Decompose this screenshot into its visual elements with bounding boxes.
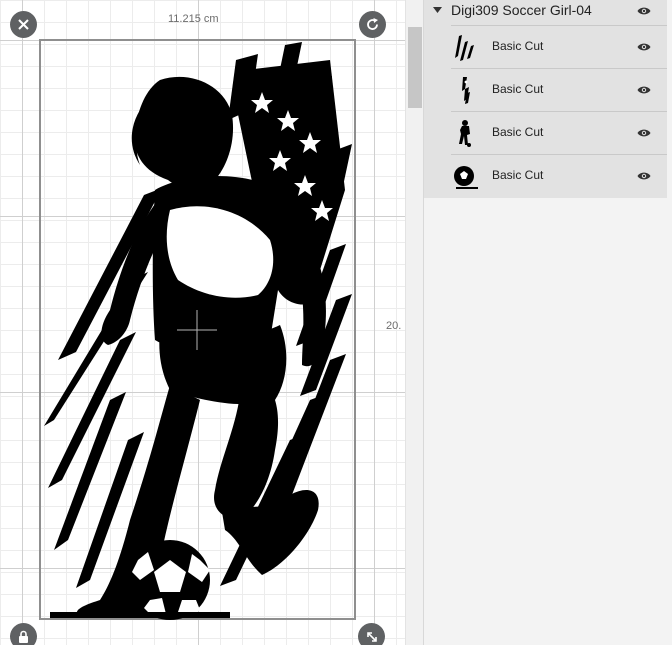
collapse-caret-icon[interactable] xyxy=(433,7,442,13)
visibility-eye-icon[interactable] xyxy=(637,42,651,52)
layer-group-header[interactable]: Digi309 Soccer Girl-04 xyxy=(424,0,667,22)
soccer-girl-artwork[interactable] xyxy=(40,40,355,620)
layer-group: Digi309 Soccer Girl-04 Basic Cut Basic C… xyxy=(424,0,667,198)
lock-handle[interactable] xyxy=(10,623,37,645)
visibility-eye-icon[interactable] xyxy=(637,171,651,181)
canvas-scrollbar[interactable] xyxy=(405,0,423,645)
rotate-icon xyxy=(367,18,378,30)
layer-label: Basic Cut xyxy=(492,39,544,53)
delete-handle[interactable] xyxy=(10,11,37,38)
layer-label: Basic Cut xyxy=(492,168,544,182)
layers-panel: Digi309 Soccer Girl-04 Basic Cut Basic C… xyxy=(423,0,672,645)
layer-label: Basic Cut xyxy=(492,125,544,139)
resize-icon xyxy=(366,631,377,642)
close-icon xyxy=(18,19,29,30)
visibility-eye-icon[interactable] xyxy=(637,128,651,138)
rotate-handle[interactable] xyxy=(359,11,386,38)
visibility-eye-icon[interactable] xyxy=(637,85,651,95)
player-thumbnail xyxy=(459,120,471,147)
scale-handle[interactable] xyxy=(358,623,385,645)
visibility-eye-icon[interactable] xyxy=(637,6,651,16)
layer-label: Basic Cut xyxy=(492,82,544,96)
layer-group-title: Digi309 Soccer Girl-04 xyxy=(451,2,592,18)
height-dimension-label: 20. xyxy=(386,320,402,332)
lock-icon xyxy=(19,630,28,643)
width-dimension-label: 11.215 cm xyxy=(168,13,219,25)
layer-row[interactable]: Basic Cut xyxy=(451,154,667,196)
soccer-ball xyxy=(130,540,210,620)
scrollbar-thumb[interactable] xyxy=(408,27,422,108)
design-canvas[interactable]: 11.215 cm 20. xyxy=(0,0,405,645)
soccer-ball-thumbnail xyxy=(454,166,478,189)
flag-stars-thumbnail xyxy=(462,77,470,104)
layer-row[interactable]: Basic Cut xyxy=(451,25,667,67)
layer-row[interactable]: Basic Cut xyxy=(451,111,667,153)
flag-strokes-thumbnail xyxy=(455,35,474,61)
layer-row[interactable]: Basic Cut xyxy=(451,68,667,110)
